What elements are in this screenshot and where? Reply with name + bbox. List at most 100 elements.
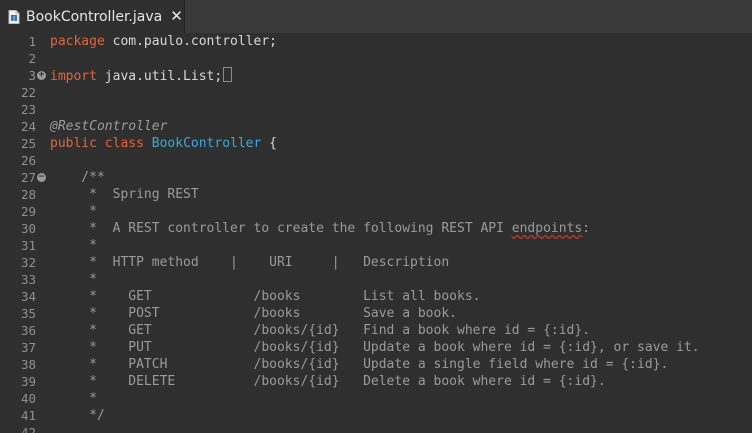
code-token: * [50, 272, 97, 287]
code-token: * POST /books Save a book. [50, 306, 457, 321]
code-token: * PUT /books/{id} Update a book where id… [50, 340, 700, 355]
code-line[interactable]: 3 + import java.util.List; [0, 67, 752, 84]
code-token: * HTTP method | URI | Description [50, 255, 450, 270]
code-text: * [50, 203, 97, 220]
code-token: java.util.List; [96, 69, 223, 84]
code-token: @RestController [50, 119, 168, 134]
close-icon[interactable]: ✕ [170, 9, 183, 24]
code-text: * PUT /books/{id} Update a book where id… [50, 339, 700, 356]
line-number: 41 [20, 408, 36, 423]
code-line[interactable]: 32 * HTTP method | URI | Description [0, 254, 752, 271]
code-line[interactable]: 37 * PUT /books/{id} Update a book where… [0, 339, 752, 356]
code-line[interactable]: 34 * GET /books List all books. [0, 288, 752, 305]
code-text: @RestController [50, 118, 167, 135]
collapsed-region-marker[interactable] [223, 67, 233, 82]
line-number: 35 [20, 306, 36, 321]
code-line[interactable]: 29 * [0, 203, 752, 220]
line-number: 31 [20, 238, 36, 253]
code-token: * [50, 391, 97, 406]
line-number: 22 [20, 85, 36, 100]
code-text: * Spring REST [50, 186, 199, 203]
code-token: com.paulo.controller; [104, 34, 277, 49]
line-number: 32 [20, 255, 36, 270]
code-token: BookController [151, 136, 262, 151]
code-token: { [261, 136, 277, 151]
line-number: 27 [20, 170, 36, 185]
code-token: * A REST controller to create the follow… [50, 221, 512, 236]
code-token: * [50, 204, 97, 219]
code-text: * A REST controller to create the follow… [50, 220, 590, 237]
code-text: * GET /books/{id} Find a book where id =… [50, 322, 590, 339]
code-text: /** [50, 169, 105, 186]
line-number: 39 [20, 374, 36, 389]
code-text: public class BookController { [50, 135, 277, 152]
line-number: 2 [28, 51, 36, 66]
code-token: * Spring REST [50, 187, 199, 202]
collapse-fold-icon[interactable]: − [37, 173, 46, 182]
code-line[interactable]: 42 [0, 424, 752, 433]
code-token: * [50, 238, 97, 253]
code-line[interactable]: 24 @RestController [0, 118, 752, 135]
code-text: * GET /books List all books. [50, 288, 480, 305]
line-number: 36 [20, 323, 36, 338]
line-number: 1 [28, 34, 36, 49]
code-line[interactable]: 1 package com.paulo.controller; [0, 33, 752, 50]
code-token: package [50, 34, 105, 49]
code-line[interactable]: 23 [0, 101, 752, 118]
code-line[interactable]: 31 * [0, 237, 752, 254]
line-number: 25 [20, 136, 36, 151]
code-line[interactable]: 38 * PATCH /books/{id} Update a single f… [0, 356, 752, 373]
code-token: * PATCH /books/{id} Update a single fiel… [50, 357, 669, 372]
svg-text:J: J [12, 16, 15, 22]
code-text: */ [50, 407, 105, 424]
line-number: 3 [28, 68, 36, 83]
code-line[interactable]: 22 [0, 84, 752, 101]
code-line[interactable]: 27− /** [0, 169, 752, 186]
code-token: endpoints [511, 221, 583, 236]
code-text: * [50, 271, 97, 288]
line-number: 42 [20, 425, 36, 433]
code-line[interactable]: 25 public class BookController { [0, 135, 752, 152]
line-number: 26 [20, 153, 36, 168]
code-line[interactable]: 35 * POST /books Save a book. [0, 305, 752, 322]
code-text: * POST /books Save a book. [50, 305, 457, 322]
code-line[interactable]: 28 * Spring REST [0, 186, 752, 203]
line-number: 38 [20, 357, 36, 372]
code-line[interactable]: 39 * DELETE /books/{id} Delete a book wh… [0, 373, 752, 390]
line-number: 40 [20, 391, 36, 406]
line-number: 24 [20, 119, 36, 134]
line-number: 37 [20, 340, 36, 355]
line-number: 23 [20, 102, 36, 117]
code-token: * GET /books/{id} Find a book where id =… [50, 323, 591, 338]
code-text: import java.util.List; [50, 67, 233, 85]
code-token: */ [50, 408, 105, 423]
line-number: 34 [20, 289, 36, 304]
expand-fold-icon[interactable]: + [37, 71, 46, 80]
code-token: import [50, 69, 97, 84]
tab-bookcontroller[interactable]: J BookController.java ✕ [0, 0, 185, 33]
line-number: 28 [20, 187, 36, 202]
code-line[interactable]: 2 [0, 50, 752, 67]
code-token: class [104, 136, 144, 151]
code-editor[interactable]: 1 package com.paulo.controller; 2 3 + import … [0, 33, 752, 433]
code-token: : [582, 221, 591, 236]
code-text: * HTTP method | URI | Description [50, 254, 449, 271]
code-token: * GET /books List all books. [50, 289, 481, 304]
code-token: * DELETE /books/{id} Delete a book where… [50, 374, 606, 389]
java-file-icon: J [8, 9, 20, 24]
code-line[interactable]: 26 [0, 152, 752, 169]
tab-label: BookController.java [26, 8, 163, 25]
code-text: * [50, 237, 97, 254]
code-text: * [50, 390, 97, 407]
code-token: public [50, 136, 97, 151]
code-line[interactable]: 41 */ [0, 407, 752, 424]
line-number: 29 [20, 204, 36, 219]
code-line[interactable]: 33 * [0, 271, 752, 288]
code-line[interactable]: 30 * A REST controller to create the fol… [0, 220, 752, 237]
line-number: 30 [20, 221, 36, 236]
code-line[interactable]: 40 * [0, 390, 752, 407]
code-line[interactable]: 36 * GET /books/{id} Find a book where i… [0, 322, 752, 339]
line-number: 33 [20, 272, 36, 287]
